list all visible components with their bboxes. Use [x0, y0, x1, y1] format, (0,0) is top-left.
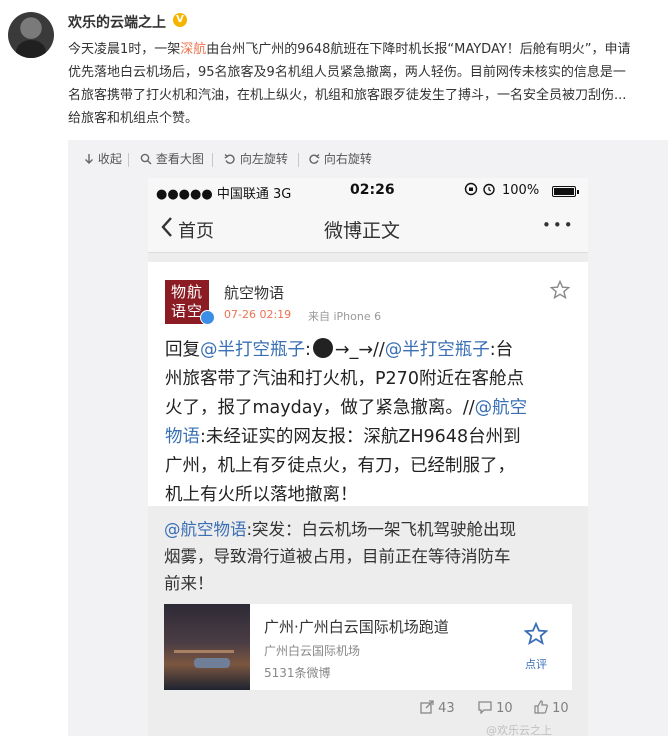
nav-title: 微博正文 — [324, 220, 401, 242]
post-text: 今天凌晨1时，一架深航由台州飞广州的9648航班在下降时机长报“MAYDAY！后… — [68, 38, 664, 130]
retweet-line: 前来！ — [164, 574, 214, 593]
arrow-down-icon — [85, 154, 93, 164]
forward-icon — [420, 700, 434, 714]
like-button[interactable]: 10 — [534, 700, 569, 716]
back-chevron-icon[interactable] — [160, 216, 174, 242]
retweet-line: :突发：白云机场一架飞机驾驶舱出现 — [246, 520, 517, 539]
rotate-left-button[interactable]: 向左旋转 — [224, 150, 288, 167]
star-favorite-icon[interactable] — [549, 279, 571, 304]
location-thumbnail — [164, 604, 250, 690]
rotate-left-icon — [224, 154, 235, 164]
mention-link[interactable]: @半打空瓶子 — [385, 340, 490, 360]
lock-rotation-icon — [464, 182, 478, 200]
location-subtitle: 广州白云国际机场 — [264, 644, 361, 658]
rotate-right-icon — [309, 154, 320, 164]
post-keyword-link[interactable]: 深航 — [180, 42, 206, 57]
phone-nav-bar: 首页 微博正文 ••• — [148, 204, 588, 253]
toolbar-divider — [298, 153, 299, 167]
phone-status-bar: ●●●●● 中国联通 3G 02:26 100% — [148, 178, 588, 204]
toolbar-divider — [212, 153, 213, 167]
card-body: 回复@半打空瓶子: →_→//@半打空瓶子:台 州旅客带了汽油和打火机，P270附… — [165, 336, 581, 510]
emoji-icon — [312, 338, 333, 358]
toolbar-divider — [128, 153, 129, 167]
card-account-name[interactable]: 航空物语 — [224, 282, 284, 303]
logo-text-top: 物航 — [170, 283, 203, 301]
body-text: :台 — [489, 340, 514, 360]
mention-link[interactable]: @航空物语 — [164, 520, 247, 539]
body-text: 回复 — [165, 340, 200, 360]
comment-count: 10 — [496, 701, 513, 716]
status-time: 02:26 — [350, 182, 395, 198]
body-text: : — [305, 340, 311, 360]
mention-link[interactable]: @航空 — [475, 398, 528, 418]
forward-count: 43 — [438, 701, 455, 716]
review-star-icon[interactable] — [523, 621, 549, 650]
body-text: 州旅客带了汽油和打火机，P270附近在客舱点 — [165, 369, 524, 389]
rotate-right-label: 向右旋转 — [323, 152, 372, 166]
card-date: 07-26 02:19 — [224, 308, 292, 321]
body-text: 广州，机上有歹徒点火，有刀，已经制服了， — [165, 456, 515, 476]
review-label[interactable]: 点评 — [525, 656, 547, 672]
alarm-icon — [482, 182, 496, 200]
body-text: 机上有火所以落地撤离！ — [165, 485, 358, 505]
body-text: 火了，报了mayday，做了紧急撤离。// — [165, 398, 475, 418]
post-line-2: 优先落地白云机场后，95名旅客及9名机组人员紧急撤离，两人轻伤。目前网传未核实的… — [68, 65, 626, 80]
battery-icon — [552, 186, 579, 197]
post-line-4: 给旅客和机组点个赞。 — [68, 111, 199, 126]
body-text: :未经证实的网友报：深航ZH9648台州到 — [200, 427, 521, 447]
more-menu-button[interactable]: ••• — [542, 216, 575, 234]
collapse-label: 收起 — [97, 152, 122, 166]
verified-badge-icon: V — [173, 13, 187, 27]
rotate-right-button[interactable]: 向右旋转 — [308, 150, 372, 167]
retweet-line: 烟雾，导致滑行道被占用，目前正在等待消防车 — [164, 547, 511, 566]
mention-link[interactable]: @半打空瓶子 — [200, 340, 305, 360]
search-icon — [140, 153, 152, 165]
carrier-signal: ●●●●● 中国联通 3G — [156, 187, 292, 202]
collapse-button[interactable]: 收起 — [84, 150, 122, 167]
thumbs-up-icon — [534, 700, 548, 714]
body-text: →_→// — [334, 340, 385, 360]
card-source: 来自 iPhone 6 — [308, 310, 382, 323]
battery-percent: 100% — [502, 183, 540, 198]
location-card[interactable]: 广州·广州白云国际机场跑道 广州白云国际机场 5131条微博 点评 — [164, 604, 572, 690]
location-title: 广州·广州白云国际机场跑道 — [264, 618, 449, 636]
view-large-label: 查看大图 — [155, 152, 204, 166]
phone-screenshot[interactable]: ●●●●● 中国联通 3G 02:26 100% 首页 微博正文 ••• 物航 … — [148, 178, 588, 736]
post-line-3: 名旅客携带了打火机和汽油，在机上纵火，机组和旅客跟歹徒发生了搏斗，一名安全员被刀… — [68, 88, 627, 103]
weibo-card: 物航 语空 航空物语 07-26 02:19 来自 iPhone 6 回复@半打… — [148, 262, 588, 506]
back-home-link[interactable]: 首页 — [178, 217, 214, 243]
forward-button[interactable]: 43 — [420, 700, 455, 716]
view-large-button[interactable]: 查看大图 — [140, 150, 204, 167]
author-name[interactable]: 欢乐的云端之上 — [68, 12, 166, 32]
post-line-1a: 今天凌晨1时，一架 — [68, 42, 181, 57]
comment-button[interactable]: 10 — [478, 700, 513, 716]
location-post-count: 5131条微博 — [264, 666, 331, 680]
mention-link[interactable]: 物语 — [165, 427, 200, 447]
author-avatar[interactable] — [8, 12, 54, 58]
rotate-left-label: 向左旋转 — [239, 152, 288, 166]
post-line-1b: 由台州飞广州的9648航班在下降时机长报“MAYDAY！后舱有明火”，申请 — [206, 42, 631, 57]
verified-blue-icon — [200, 310, 215, 325]
comment-icon — [478, 701, 492, 715]
retweet-text: @航空物语:突发：白云机场一架飞机驾驶舱出现 烟雾，导致滑行道被占用，目前正在等… — [164, 516, 580, 597]
like-count: 10 — [552, 701, 569, 716]
